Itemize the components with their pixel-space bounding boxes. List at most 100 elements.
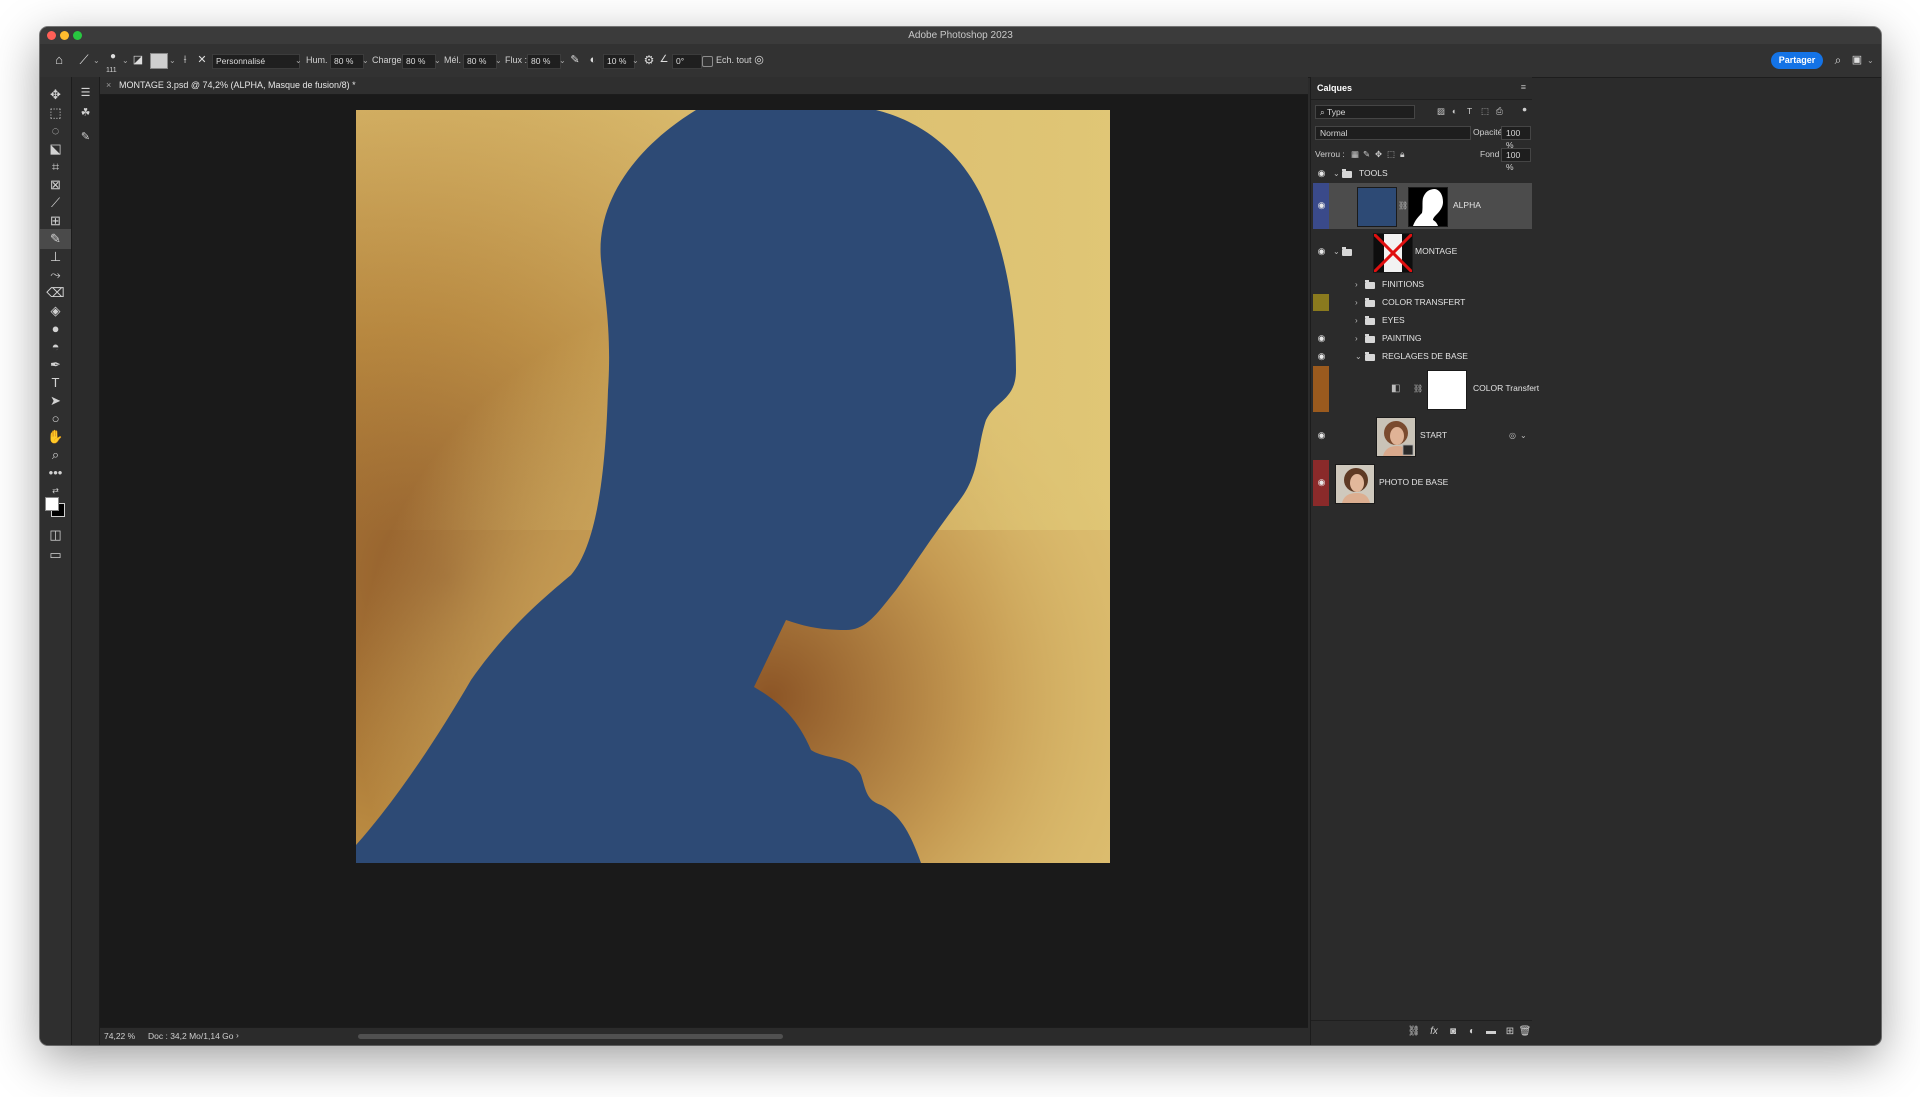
layer-thumbnail[interactable] bbox=[1335, 464, 1375, 504]
status-menu-arrow[interactable]: › bbox=[236, 1030, 239, 1040]
lock-all-icon[interactable]: 🔒︎ bbox=[1400, 148, 1405, 160]
chevron-down-icon[interactable]: ⌄ bbox=[1333, 246, 1340, 257]
foreground-color-swatch[interactable] bbox=[45, 497, 59, 511]
wet-input[interactable]: 80 % bbox=[330, 54, 364, 69]
smoothing-icon[interactable]: ◐ bbox=[586, 52, 600, 68]
zoom-tool-icon[interactable]: ⌕ bbox=[40, 445, 71, 465]
visibility-eye-icon[interactable]: ◉ bbox=[1316, 333, 1327, 344]
hand-tool-icon[interactable]: ✋ bbox=[40, 427, 71, 447]
layer-start[interactable]: ◉ START ◎ ⌄ bbox=[1313, 413, 1532, 459]
add-mask-icon[interactable]: ◙ bbox=[1446, 1025, 1460, 1039]
lasso-tool-icon[interactable]: ◌ bbox=[40, 121, 71, 141]
mixer-brush-tool-icon[interactable]: ⟋ bbox=[76, 52, 92, 68]
healing-brush-tool-icon[interactable]: ⊞ bbox=[40, 211, 71, 231]
chevron-down-icon[interactable]: ⌄ bbox=[1520, 430, 1527, 441]
filter-smart-object-icon[interactable]: ⎙ bbox=[1496, 105, 1503, 117]
layer-alpha[interactable]: ◉ ⛓ ALPHA bbox=[1313, 183, 1532, 229]
link-icon[interactable]: ⛓ bbox=[1398, 200, 1408, 211]
eyedropper-tool-icon[interactable]: ⟋ bbox=[40, 193, 71, 213]
sample-all-checkbox[interactable] bbox=[702, 56, 713, 67]
filter-adjustment-icon[interactable]: ◐ bbox=[1452, 105, 1457, 117]
chevron-down-icon[interactable]: ⌄ bbox=[495, 44, 502, 77]
frame-tool-icon[interactable]: ⊠ bbox=[40, 175, 71, 195]
layers-panel-title[interactable]: Calques bbox=[1317, 77, 1352, 99]
chevron-right-icon[interactable]: › bbox=[1355, 315, 1358, 326]
close-document-icon[interactable]: × bbox=[106, 77, 111, 94]
pressure-icon[interactable]: ◎ bbox=[752, 52, 766, 68]
document-canvas[interactable] bbox=[356, 110, 1110, 863]
visibility-eye-icon[interactable]: ◉ bbox=[1316, 246, 1327, 257]
trash-icon[interactable]: 🗑︎ bbox=[1518, 1025, 1532, 1039]
visibility-toggle[interactable] bbox=[1316, 297, 1327, 308]
layer-mask-thumbnail[interactable] bbox=[1427, 370, 1467, 410]
new-group-icon[interactable]: ▬ bbox=[1484, 1025, 1498, 1039]
path-selection-tool-icon[interactable]: ➤ bbox=[40, 391, 71, 411]
layer-thumbnail[interactable] bbox=[1373, 233, 1413, 273]
horizontal-scrollbar[interactable] bbox=[358, 1034, 783, 1039]
blur-tool-icon[interactable]: ● bbox=[40, 319, 71, 339]
airbrush-icon[interactable]: ✎ bbox=[568, 52, 582, 68]
preset-dropdown[interactable]: Personnalisé bbox=[212, 54, 300, 69]
layer-color-transfert-adjustment[interactable]: ◧ ⛓ COLOR Transfert bbox=[1313, 366, 1539, 412]
layer-thumbnail[interactable] bbox=[1357, 187, 1397, 227]
workspace-icon[interactable]: ▣ bbox=[1850, 52, 1864, 68]
smart-filter-icon[interactable]: ◎ bbox=[1509, 430, 1516, 441]
chevron-right-icon[interactable]: › bbox=[1355, 333, 1358, 344]
visibility-eye-icon[interactable]: ◉ bbox=[1316, 351, 1327, 362]
pen-tool-icon[interactable]: ✒ bbox=[40, 355, 71, 375]
share-button[interactable]: Partager bbox=[1771, 52, 1823, 69]
paint-well-swatch[interactable] bbox=[150, 53, 168, 69]
minimize-window-button[interactable] bbox=[60, 31, 69, 40]
clean-brush-icon[interactable]: ✕ bbox=[195, 52, 209, 68]
type-tool-icon[interactable]: T bbox=[40, 373, 71, 393]
link-layers-icon[interactable]: ⛓ bbox=[1407, 1025, 1421, 1039]
visibility-toggle[interactable] bbox=[1316, 315, 1327, 326]
more-tools-icon[interactable]: ••• bbox=[40, 463, 71, 483]
layer-thumbnail[interactable] bbox=[1376, 417, 1416, 457]
stamp-tool-icon[interactable]: ⊥ bbox=[40, 247, 71, 267]
link-icon[interactable]: ⛓ bbox=[1413, 383, 1423, 394]
chevron-down-icon[interactable]: ⌄ bbox=[1867, 44, 1874, 77]
home-icon[interactable]: ⌂ bbox=[50, 52, 68, 68]
zoom-level[interactable]: 74,22 % bbox=[104, 1031, 135, 1041]
close-window-button[interactable] bbox=[47, 31, 56, 40]
layer-eyes[interactable]: › EYES bbox=[1313, 312, 1532, 329]
angle-input[interactable]: 0° bbox=[672, 54, 702, 69]
visibility-eye-icon[interactable]: ◉ bbox=[1316, 477, 1327, 488]
screen-mode-icon[interactable]: ▭ bbox=[40, 545, 71, 565]
dodge-tool-icon[interactable]: ◓ bbox=[40, 337, 71, 357]
layer-finitions[interactable]: › FINITIONS bbox=[1313, 276, 1532, 293]
ellipse-tool-icon[interactable]: ○ bbox=[40, 409, 71, 429]
layer-painting[interactable]: ◉ › PAINTING bbox=[1313, 330, 1532, 347]
brush-settings-icon[interactable]: ◪ bbox=[131, 52, 145, 68]
chevron-down-icon[interactable]: ⌄ bbox=[362, 44, 369, 77]
history-brush-tool-icon[interactable]: ⤳ bbox=[40, 265, 71, 285]
document-tab[interactable]: × MONTAGE 3.psd @ 74,2% (ALPHA, Masque d… bbox=[100, 77, 1308, 95]
search-icon[interactable]: ⌕ bbox=[1831, 52, 1845, 68]
filter-type-icon[interactable]: T bbox=[1467, 105, 1472, 117]
layer-color-transfert-group[interactable]: › COLOR TRANSFERT bbox=[1313, 294, 1532, 311]
adjustments-panel-icon[interactable]: ☰ bbox=[72, 83, 99, 103]
mixer-brush-tool-icon[interactable]: ✎ bbox=[40, 229, 71, 249]
object-selection-tool-icon[interactable]: ⬕ bbox=[40, 139, 71, 159]
visibility-eye-icon[interactable]: ◉ bbox=[1316, 200, 1327, 211]
fx-icon[interactable]: fx bbox=[1427, 1025, 1441, 1039]
filter-shape-icon[interactable]: ⬚ bbox=[1481, 105, 1489, 117]
paint-bucket-tool-icon[interactable]: ◈ bbox=[40, 301, 71, 321]
chevron-right-icon[interactable]: › bbox=[1355, 279, 1358, 290]
layer-reglages-de-base[interactable]: ◉ ⌄ REGLAGES DE BASE bbox=[1313, 348, 1532, 365]
adjustment-layer-icon[interactable]: ◐ bbox=[1465, 1025, 1479, 1039]
quick-mask-icon[interactable]: ◫ bbox=[40, 525, 71, 545]
lock-artboard-icon[interactable]: ⬚ bbox=[1387, 148, 1395, 160]
new-layer-icon[interactable]: ⊞ bbox=[1503, 1025, 1517, 1039]
brush-settings-panel-icon[interactable]: ✎ bbox=[72, 127, 99, 147]
layer-mask-thumbnail[interactable] bbox=[1408, 187, 1448, 227]
chevron-down-icon[interactable]: ⌄ bbox=[122, 44, 129, 77]
filter-toggle-icon[interactable]: ● bbox=[1522, 103, 1527, 115]
adjustment-icon[interactable]: ◧ bbox=[1391, 383, 1400, 394]
flow-input[interactable]: 80 % bbox=[527, 54, 561, 69]
chevron-down-icon[interactable]: ⌄ bbox=[1333, 168, 1340, 179]
gear-icon[interactable]: ⚙ bbox=[642, 52, 656, 68]
lock-transparent-icon[interactable]: ▦ bbox=[1351, 148, 1359, 160]
zoom-window-button[interactable] bbox=[73, 31, 82, 40]
